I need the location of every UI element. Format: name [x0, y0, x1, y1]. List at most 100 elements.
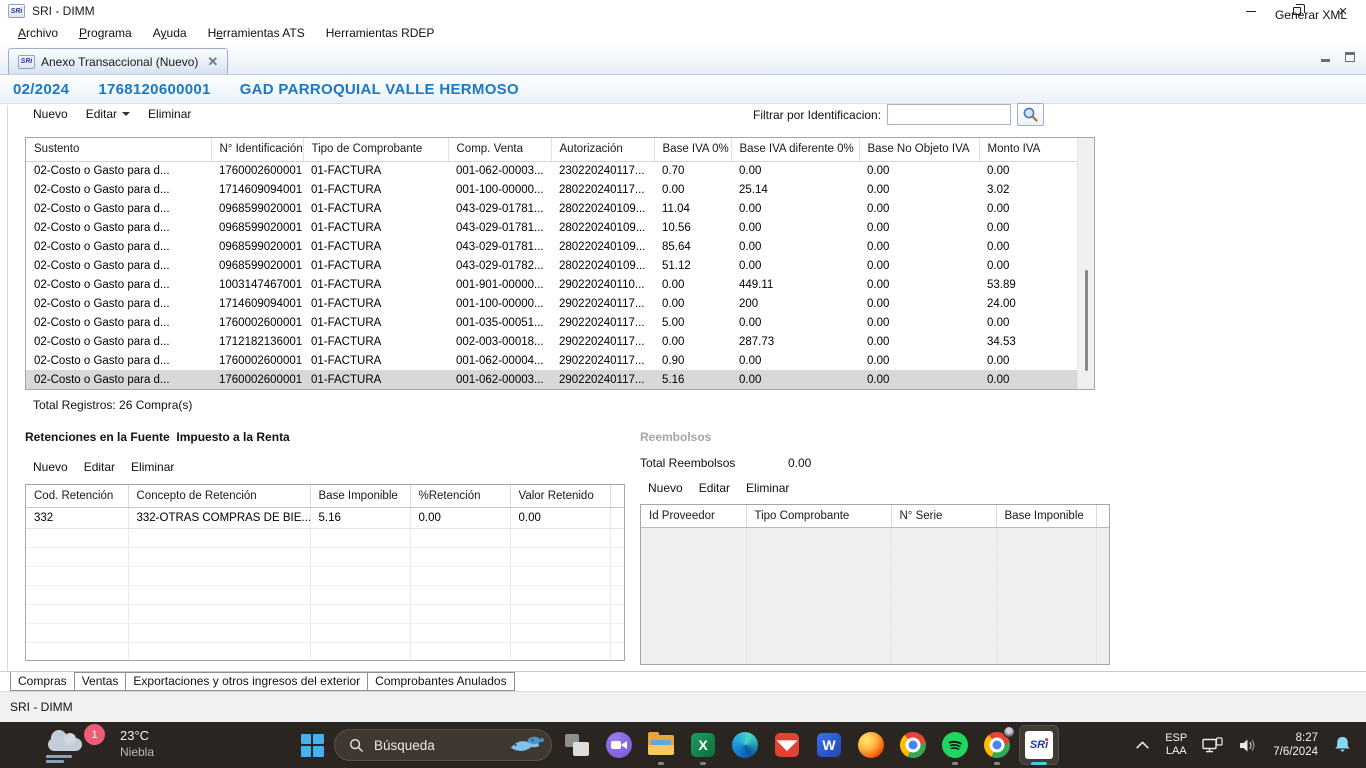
reemb-eliminar-button[interactable]: Eliminar — [746, 481, 789, 495]
menu-herramientas-rdep[interactable]: Herramientas RDEP — [316, 23, 446, 43]
taskbar-search[interactable]: Búsqueda — [334, 729, 552, 761]
cell: 25.14 — [731, 180, 859, 199]
table-row[interactable] — [26, 566, 624, 585]
table-row[interactable]: 02-Costo o Gasto para d...09685990200010… — [26, 237, 1078, 256]
table-row[interactable]: 02-Costo o Gasto para d...09685990200010… — [26, 256, 1078, 275]
taskbar-app-video-chat[interactable] — [598, 722, 640, 768]
column-header-base-no-objeto-iva[interactable]: Base No Objeto IVA — [859, 138, 979, 161]
table-row[interactable]: 02-Costo o Gasto para d...17121821360010… — [26, 332, 1078, 351]
generar-xml-link[interactable]: Generar XML — [1275, 8, 1347, 22]
view-tab-compras[interactable]: Compras — [10, 672, 75, 691]
column-header-concepto-de-retenci-n[interactable]: Concepto de Retención — [128, 485, 310, 507]
notification-bell-icon[interactable] — [1333, 735, 1352, 755]
column-header-monto-iva[interactable]: Monto IVA — [979, 138, 1078, 161]
taskbar-app-edge[interactable] — [724, 722, 766, 768]
menu-archivo[interactable]: Archivo — [8, 23, 69, 43]
table-row[interactable] — [641, 527, 1109, 547]
column-header-base-imponible[interactable]: Base Imponible — [310, 485, 410, 507]
tab-close-icon[interactable]: ✕ — [207, 55, 218, 68]
view-minimize-icon[interactable] — [1320, 52, 1332, 63]
table-row[interactable]: 02-Costo o Gasto para d...17600026000010… — [26, 370, 1078, 389]
clock[interactable]: 8:27 7/6/2024 — [1273, 731, 1318, 759]
taskbar-app-word[interactable]: W — [808, 722, 850, 768]
column-header-id-proveedor[interactable]: Id Proveedor — [641, 505, 746, 527]
column-header-autorizaci-n[interactable]: Autorización — [551, 138, 654, 161]
taskbar-app-stacked-windows[interactable] — [556, 722, 598, 768]
search-button[interactable] — [1017, 103, 1044, 126]
view-maximize-icon[interactable] — [1344, 52, 1356, 63]
column-header-tipo-de-comprobante[interactable]: Tipo de Comprobante — [303, 138, 448, 161]
table-row[interactable] — [26, 547, 624, 566]
ret-nuevo-button[interactable]: Nuevo — [33, 460, 68, 474]
table-row[interactable] — [641, 567, 1109, 587]
menu-ayuda[interactable]: Ayuda — [143, 23, 198, 43]
view-tab-ventas[interactable]: Ventas — [74, 672, 127, 691]
column-header-cod-retenci-n[interactable]: Cod. Retención — [26, 485, 128, 507]
table-row[interactable]: 02-Costo o Gasto para d...17600026000010… — [26, 351, 1078, 370]
taskbar-app-pdf-reader[interactable]: ◥◤ — [766, 722, 808, 768]
table-row[interactable]: 02-Costo o Gasto para d...09685990200010… — [26, 218, 1078, 237]
table-row[interactable] — [641, 647, 1109, 665]
column-header-valor-retenido[interactable]: Valor Retenido — [510, 485, 610, 507]
table-row[interactable]: 02-Costo o Gasto para d...10031474670010… — [26, 275, 1078, 294]
table-row[interactable] — [641, 607, 1109, 627]
column-header-retenci-n[interactable]: %Retención — [410, 485, 510, 507]
filter-label: Filtrar por Identificacion: — [753, 108, 881, 122]
table-row[interactable] — [26, 623, 624, 642]
taskbar-app-chrome-profile[interactable] — [976, 722, 1018, 768]
column-header-tipo-comprobante[interactable]: Tipo Comprobante — [746, 505, 891, 527]
taskbar-app-firefox[interactable] — [850, 722, 892, 768]
column-header-n-identificaci-n[interactable]: N° Identificación — [211, 138, 303, 161]
firefox-icon — [858, 732, 884, 758]
editar-button[interactable]: Editar — [86, 107, 130, 121]
table-row[interactable] — [26, 604, 624, 623]
filter-input[interactable] — [887, 104, 1011, 125]
table-row[interactable]: 02-Costo o Gasto para d...17146090940010… — [26, 294, 1078, 313]
taskbar-app-file-explorer[interactable] — [640, 722, 682, 768]
taskbar-app-spotify[interactable] — [934, 722, 976, 768]
cell: 1760002600001 — [211, 351, 303, 370]
cell: 280220240117... — [551, 180, 654, 199]
taskbar-app-chrome[interactable] — [892, 722, 934, 768]
table-row[interactable] — [641, 587, 1109, 607]
scrollbar-thumb[interactable] — [1085, 270, 1088, 371]
taskbar-app-excel[interactable]: X — [682, 722, 724, 768]
weather-widget[interactable]: 1 23°C Niebla — [46, 728, 154, 762]
table-row[interactable]: 02-Costo o Gasto para d...09685990200010… — [26, 199, 1078, 218]
nuevo-button[interactable]: Nuevo — [33, 107, 68, 121]
table-row[interactable] — [641, 627, 1109, 647]
table-row[interactable] — [26, 585, 624, 604]
ret-editar-button[interactable]: Editar — [84, 460, 115, 474]
table-row[interactable] — [26, 642, 624, 661]
reemb-editar-button[interactable]: Editar — [699, 481, 730, 495]
tab-anexo-transaccional[interactable]: SRi Anexo Transaccional (Nuevo) ✕ — [8, 48, 228, 74]
column-header-n-serie[interactable]: N° Serie — [891, 505, 996, 527]
column-header-base-imponible[interactable]: Base Imponible — [996, 505, 1096, 527]
menu-programa[interactable]: Programa — [69, 23, 143, 43]
column-header-sustento[interactable]: Sustento — [26, 138, 211, 161]
table-row[interactable]: 02-Costo o Gasto para d...17146090940010… — [26, 180, 1078, 199]
column-header-base-iva-diferente-0[interactable]: Base IVA diferente 0% — [731, 138, 859, 161]
minimize-button[interactable] — [1228, 0, 1274, 22]
column-header-comp-venta[interactable]: Comp. Venta — [448, 138, 551, 161]
menu-herramientas-ats[interactable]: Herramientas ATS — [198, 23, 316, 43]
start-button[interactable] — [292, 722, 332, 768]
taskbar-app-sri-dimm[interactable]: SRi — [1018, 722, 1060, 768]
eliminar-button[interactable]: Eliminar — [148, 107, 191, 121]
hidden-icons-chevron[interactable] — [1135, 739, 1150, 751]
column-header-base-iva-0[interactable]: Base IVA 0% — [654, 138, 731, 161]
cell: 5.16 — [654, 370, 731, 389]
table-row[interactable] — [641, 547, 1109, 567]
table-row[interactable]: 02-Costo o Gasto para d...17600026000010… — [26, 161, 1078, 180]
ret-eliminar-button[interactable]: Eliminar — [131, 460, 174, 474]
network-icon[interactable] — [1202, 737, 1223, 754]
table-row[interactable]: 02-Costo o Gasto para d...17600026000010… — [26, 313, 1078, 332]
language-indicator[interactable]: ESP LAA — [1165, 732, 1187, 758]
table-row[interactable] — [26, 528, 624, 547]
view-tab-comprobantes-anulados[interactable]: Comprobantes Anulados — [367, 672, 514, 691]
view-tab-exportaciones-y-otros-ingresos-del-exterior[interactable]: Exportaciones y otros ingresos del exter… — [125, 672, 368, 691]
reemb-nuevo-button[interactable]: Nuevo — [648, 481, 683, 495]
table-row[interactable]: 332332-OTRAS COMPRAS DE BIE...5.160.000.… — [26, 507, 624, 528]
volume-icon[interactable] — [1238, 737, 1258, 754]
vertical-scrollbar[interactable] — [1077, 138, 1094, 389]
